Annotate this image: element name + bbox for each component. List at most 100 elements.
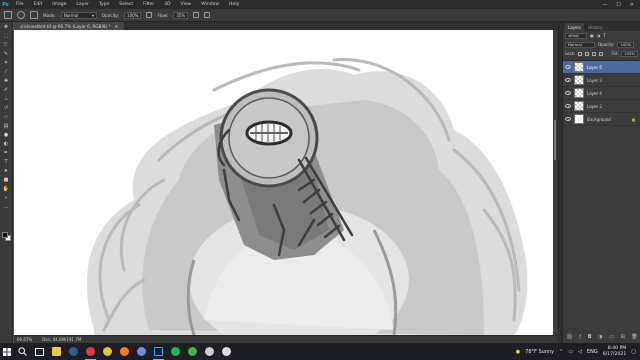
kind-filter-dropdown[interactable]: ⌕ Kind [565, 32, 587, 39]
pressure-size-icon[interactable] [204, 12, 211, 18]
eye-icon[interactable] [565, 91, 571, 95]
move-tool-icon[interactable]: ✥ [2, 24, 11, 31]
gradient-tool-icon[interactable]: ▤ [2, 123, 11, 130]
menu-help[interactable]: Help [224, 2, 244, 7]
maximize-button[interactable]: ☐ [616, 2, 620, 8]
brush-preset-icon[interactable] [17, 11, 25, 19]
layer-row[interactable]: Layer 2 [563, 100, 640, 113]
menu-file[interactable]: File [11, 2, 29, 7]
weather-text[interactable]: 78°F Sunny [525, 349, 554, 355]
crop-tool-icon[interactable]: ⌗ [2, 60, 11, 67]
menu-edit[interactable]: Edit [29, 2, 48, 7]
scroll-thumb[interactable] [554, 120, 556, 160]
menu-image[interactable]: Image [47, 2, 71, 7]
layer-opacity-field[interactable]: 100% [617, 41, 635, 48]
filter-type-icon[interactable]: T [603, 33, 605, 38]
close-button[interactable]: ✕ [630, 2, 634, 8]
brush-tool-icon[interactable] [4, 11, 12, 19]
fill-field[interactable]: 100% [621, 50, 638, 57]
volume-icon[interactable]: ◁ [578, 349, 582, 355]
new-layer-icon[interactable]: ⊞ [620, 334, 624, 340]
task-view-button[interactable] [31, 343, 48, 360]
airbrush-icon[interactable] [193, 12, 200, 18]
pressure-opacity-icon[interactable] [146, 12, 153, 18]
taskbar-app-steam[interactable] [65, 343, 82, 360]
canvas-area[interactable] [14, 30, 557, 335]
filter-adjust-icon[interactable]: ◑ [597, 33, 601, 38]
menu-window[interactable]: Window [196, 2, 224, 7]
tab-layers[interactable]: Layers [565, 23, 585, 31]
mask-icon[interactable]: ◘ [588, 334, 592, 340]
close-tab-icon[interactable]: ✕ [115, 24, 119, 29]
quick-select-tool-icon[interactable]: ✎ [2, 51, 11, 58]
eye-icon[interactable] [565, 117, 571, 121]
minimize-button[interactable]: — [602, 2, 607, 8]
healing-tool-icon[interactable]: ✚ [2, 78, 11, 85]
taskbar-app-chrome[interactable] [184, 343, 201, 360]
type-tool-icon[interactable]: T [2, 159, 11, 166]
taskbar-app-discord[interactable] [133, 343, 150, 360]
menu-layer[interactable]: Layer [71, 2, 94, 7]
network-icon[interactable]: ▭ [568, 349, 573, 355]
taskbar-app-explorer[interactable] [48, 343, 65, 360]
fx-icon[interactable]: ƒ [579, 334, 581, 340]
menu-select[interactable]: Select [114, 2, 138, 7]
menu-3d[interactable]: 3D [159, 2, 175, 7]
blur-tool-icon[interactable]: ● [2, 132, 11, 139]
taskbar-app-firefox[interactable] [116, 343, 133, 360]
lasso-tool-icon[interactable]: ➰ [2, 42, 11, 49]
clock[interactable]: 8:40 PM 6/17/2021 [603, 346, 627, 358]
tab-history[interactable]: History [585, 23, 605, 31]
hand-tool-icon[interactable]: ✋ [2, 186, 11, 193]
dodge-tool-icon[interactable]: ◐ [2, 141, 11, 148]
layer-row[interactable]: Background 🔒 [563, 113, 640, 126]
adjustment-icon[interactable]: ◑ [598, 334, 602, 340]
filter-image-icon[interactable]: ▣ [590, 33, 594, 38]
taskbar-app-yellow[interactable] [99, 343, 116, 360]
lock-position-icon[interactable] [592, 51, 597, 56]
zoom-level[interactable]: 66.67% [17, 337, 32, 342]
taskbar-app-opera[interactable] [82, 343, 99, 360]
shape-tool-icon[interactable]: ■ [2, 177, 11, 184]
trash-icon[interactable]: 🗑 [631, 334, 637, 340]
eyedropper-tool-icon[interactable]: ⁄ [2, 69, 11, 76]
opacity-field[interactable]: 100% [124, 11, 142, 19]
layer-row[interactable]: Layer 4 [563, 87, 640, 100]
blend-mode-dropdown[interactable]: Normal [565, 41, 595, 48]
document-canvas[interactable] [14, 30, 557, 335]
menu-type[interactable]: Type [94, 2, 114, 7]
lock-transparent-icon[interactable] [578, 51, 583, 56]
flow-field[interactable]: 35% [173, 11, 189, 19]
search-button[interactable] [14, 343, 31, 360]
stamp-tool-icon[interactable]: ⊥ [2, 96, 11, 103]
lock-all-icon[interactable] [599, 51, 604, 56]
eye-icon[interactable] [565, 65, 571, 69]
foreground-color-swatch[interactable] [2, 232, 8, 238]
eye-icon[interactable] [565, 78, 571, 82]
lock-pixels-icon[interactable] [585, 51, 590, 56]
link-icon[interactable]: ⛓ [566, 334, 572, 340]
start-button[interactable] [0, 343, 14, 360]
mode-dropdown[interactable]: Normal ▾ [60, 11, 97, 19]
menu-view[interactable]: View [176, 2, 197, 7]
taskbar-app-music[interactable] [201, 343, 218, 360]
taskbar-app-photoshop[interactable] [150, 343, 167, 360]
language-indicator[interactable]: ENG [587, 349, 598, 355]
eraser-tool-icon[interactable]: ▱ [2, 114, 11, 121]
chevron-up-icon[interactable]: ⌃ [559, 349, 563, 355]
brush-tool-icon[interactable]: ✐ [2, 87, 11, 94]
history-brush-tool-icon[interactable]: ↺ [2, 105, 11, 112]
path-select-tool-icon[interactable]: ➤ [2, 168, 11, 175]
pen-tool-icon[interactable]: ✒ [2, 150, 11, 157]
menu-filter[interactable]: Filter [138, 2, 159, 7]
taskbar-app-spotify[interactable] [167, 343, 184, 360]
folder-icon[interactable]: ▭ [609, 334, 614, 340]
notification-icon[interactable]: ▢ [631, 349, 636, 355]
zoom-tool-icon[interactable]: ⌕ [2, 195, 11, 202]
more-tools-icon[interactable]: … [2, 204, 11, 211]
marquee-tool-icon[interactable]: ⬚ [2, 33, 11, 40]
layer-row[interactable]: Layer 3 [563, 74, 640, 87]
layer-row[interactable]: Layer 6 [563, 61, 640, 74]
brush-panel-icon[interactable] [30, 11, 38, 19]
document-tab[interactable]: clicknestbrd.tif @ 66.7% (Layer 6, RGB/8… [14, 22, 125, 30]
